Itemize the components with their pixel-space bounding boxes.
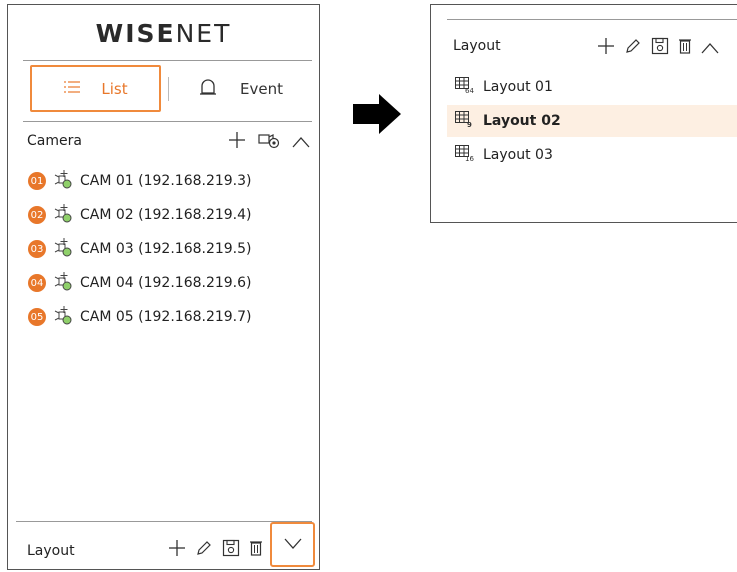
camera-move-icon [52,271,74,295]
layout-item[interactable]: 16 Layout 03 [447,139,737,171]
layout-item-selected[interactable]: 9 Layout 02 [447,105,737,137]
pencil-icon[interactable] [625,38,641,58]
camera-move-icon [52,305,74,329]
tab-event-label: Event [240,80,283,98]
tab-separator [168,77,169,101]
divider [23,121,312,122]
divider [447,19,737,20]
plus-icon[interactable] [168,539,186,561]
layout-label: Layout 02 [483,113,561,129]
camera-label: CAM 05 (192.168.219.7) [80,309,252,325]
camera-move-icon [52,203,74,227]
camera-item[interactable]: 04 CAM 04 (192.168.219.6) [28,271,252,295]
tab-list-label: List [101,79,128,98]
camera-label: CAM 04 (192.168.219.6) [80,275,252,291]
save-icon[interactable] [222,539,240,561]
trash-icon[interactable] [679,37,691,59]
layout-label: Layout 03 [483,147,553,163]
add-camera-icon[interactable] [258,131,280,153]
divider [23,60,312,61]
tab-event[interactable]: Event [198,77,283,101]
plus-icon[interactable] [228,131,246,153]
layout-item[interactable]: 64 Layout 01 [447,71,737,103]
camera-number-badge: 05 [28,308,46,326]
trash-icon[interactable] [250,539,262,561]
camera-number-badge: 01 [28,172,46,190]
camera-label: CAM 03 (192.168.219.5) [80,241,252,257]
layout-section-actions [597,37,719,59]
save-icon[interactable] [651,37,669,59]
svg-text:16: 16 [465,155,474,161]
camera-item[interactable]: 01 CAM 01 (192.168.219.3) [28,169,252,193]
camera-label: CAM 01 (192.168.219.3) [80,173,252,189]
camera-section-actions [228,131,310,153]
left-panel: WISENET List Event Camera 01 CAM 01 (192… [7,4,320,570]
camera-item[interactable]: 02 CAM 02 (192.168.219.4) [28,203,252,227]
layout-collapse-button[interactable] [270,522,315,567]
camera-item[interactable]: 05 CAM 05 (192.168.219.7) [28,305,252,329]
camera-item[interactable]: 03 CAM 03 (192.168.219.5) [28,237,252,261]
layout-label: Layout 01 [483,79,553,95]
svg-text:64: 64 [465,87,474,93]
camera-number-badge: 02 [28,206,46,224]
camera-move-icon [52,237,74,261]
right-panel: Layout 64 Layout 01 9 Layout 02 16 Layou… [430,4,737,223]
wisenet-logo: WISENET [95,19,232,48]
camera-label: CAM 02 (192.168.219.4) [80,207,252,223]
right-arrow-icon [353,94,401,138]
layout-section-title: Layout [27,543,75,559]
list-icon [63,80,81,98]
bell-icon [198,77,218,101]
layout-grid-icon: 16 [455,145,475,165]
pencil-icon[interactable] [196,540,212,560]
svg-text:9: 9 [467,121,472,127]
chevron-up-icon[interactable] [701,39,719,58]
divider [16,521,312,522]
layout-grid-icon: 9 [455,111,475,131]
layout-section-title: Layout [453,38,501,54]
camera-number-badge: 04 [28,274,46,292]
camera-move-icon [52,169,74,193]
chevron-up-icon[interactable] [292,133,310,152]
camera-number-badge: 03 [28,240,46,258]
chevron-down-icon [284,535,302,554]
plus-icon[interactable] [597,37,615,59]
tab-list[interactable]: List [30,65,161,112]
camera-section-title: Camera [27,133,82,149]
layout-section-actions [168,539,262,561]
layout-grid-icon: 64 [455,77,475,97]
